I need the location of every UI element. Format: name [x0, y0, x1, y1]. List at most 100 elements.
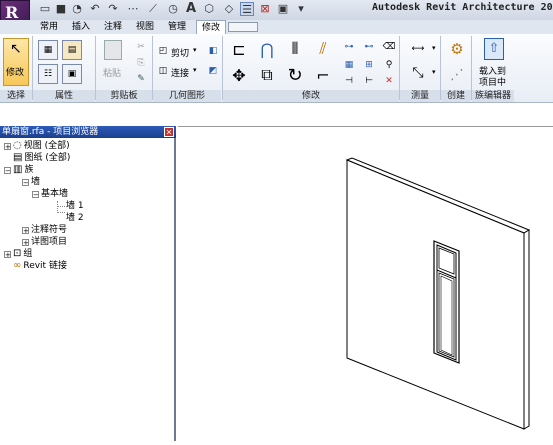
tab-view[interactable]: 视图 — [132, 20, 158, 34]
tree-item-views[interactable]: + ◌ 视图 (全部) — [2, 140, 174, 152]
sheets-icon: ▤ — [13, 152, 23, 163]
cursor-arrow-icon: ↖ — [10, 41, 22, 57]
split-gap-icon[interactable]: ⊷ — [360, 38, 378, 56]
paste-label: 粘贴 — [103, 69, 122, 79]
paint-icon[interactable]: ◩ — [204, 62, 222, 80]
modify-tool-label: 修改 — [6, 68, 25, 78]
tree-item-families[interactable]: − ▥ 族 — [2, 164, 174, 176]
tree-item-walls[interactable]: − 墙 — [2, 176, 174, 188]
text-icon[interactable]: A — [184, 2, 198, 16]
dimension-icon[interactable]: ⟋ — [146, 2, 160, 16]
browser-tree: + ◌ 视图 (全部) ▤ 图纸 (全部) − ▥ 族 − 墙 − 基本墙 墙 … — [2, 140, 174, 272]
create-similar-icon[interactable]: ⋰ — [446, 64, 468, 86]
measure-dropdown-icon[interactable]: ▾ — [432, 44, 436, 52]
3d-view-icon[interactable]: ⬡ — [202, 2, 216, 16]
mirror-draw-icon[interactable]: ⫽ — [312, 38, 334, 60]
dimension-dropdown-icon[interactable]: ▾ — [432, 68, 436, 76]
tab-insert[interactable]: 插入 — [68, 20, 94, 34]
tab-manage[interactable]: 管理 — [164, 20, 190, 34]
offset-icon[interactable]: ⋂ — [256, 38, 278, 60]
copy-element-icon[interactable]: ⧉ — [256, 64, 278, 86]
tree-item-sheets[interactable]: ▤ 图纸 (全部) — [2, 152, 174, 164]
unpin-icon[interactable]: ⌫ — [380, 38, 398, 56]
sync-icon[interactable]: ◔ — [70, 2, 84, 16]
window-frame — [433, 240, 460, 364]
measure-icon[interactable]: ⋯ — [126, 2, 140, 16]
measure-between-icon[interactable]: ⟷ — [404, 40, 432, 58]
panel-toggle-button[interactable] — [228, 22, 258, 32]
paste-button[interactable]: 粘贴 — [100, 38, 128, 86]
panel-select-label: 选择 — [0, 90, 32, 102]
modify-tool-button[interactable]: ↖ 修改 — [3, 38, 29, 86]
delete-icon[interactable]: ✕ — [380, 72, 398, 90]
trim-multiple-icon[interactable]: ⊣ — [340, 72, 358, 90]
tab-home[interactable]: 常用 — [36, 20, 62, 34]
type-properties-icon[interactable]: ▣ — [62, 64, 82, 84]
trim-extend-icon[interactable]: ⌐ — [312, 64, 334, 86]
tree-item-revit-links[interactable]: ∞ Revit 链接 — [2, 260, 174, 272]
load-into-project-icon: ⇧ — [484, 38, 504, 60]
tag-icon[interactable]: ◷ — [166, 2, 180, 16]
tree-item-wall-1[interactable]: 墙 1 — [2, 200, 174, 212]
match-properties-icon[interactable]: ✎ — [132, 70, 150, 88]
project-browser-title: 单扇窗.rfa - 项目浏览器 — [0, 126, 176, 138]
collapse-icon[interactable]: − — [22, 178, 29, 186]
tree-item-basic-wall[interactable]: − 基本墙 — [2, 188, 174, 200]
family-category-icon[interactable]: ▤ — [62, 40, 82, 60]
redo-icon[interactable]: ↷ — [106, 2, 120, 16]
cut-dropdown-icon[interactable]: ▾ — [193, 46, 197, 54]
move-icon[interactable]: ✥ — [228, 64, 250, 86]
cut-geometry-icon: ◰ — [158, 46, 168, 56]
drawing-viewport[interactable] — [178, 126, 553, 442]
tab-modify[interactable]: 修改 — [196, 20, 226, 34]
paste-icon — [104, 40, 122, 60]
tree-item-annotation-symbols[interactable]: + 注释符号 — [2, 224, 174, 236]
switch-windows-icon[interactable]: ▣ — [276, 2, 290, 16]
cut-geometry-label[interactable]: 剪切 — [171, 46, 189, 59]
collapse-icon[interactable]: − — [32, 190, 39, 198]
wall-side-face — [523, 229, 530, 430]
join-geometry-label[interactable]: 连接 — [171, 66, 189, 79]
tree-item-wall-2[interactable]: 墙 2 — [2, 212, 174, 224]
load-into-project-button[interactable]: ⇧ 载入到 项目中 — [476, 36, 512, 88]
expand-icon[interactable]: + — [22, 238, 29, 246]
close-windows-icon[interactable]: ⊠ — [258, 2, 272, 16]
split-element-icon[interactable]: ⊶ — [340, 38, 358, 56]
link-icon: ∞ — [13, 260, 22, 271]
collapse-icon[interactable]: − — [4, 166, 11, 174]
create-group-icon[interactable]: ⚙ — [446, 38, 468, 60]
family-types-icon[interactable]: ▦ — [38, 40, 58, 60]
split-face-icon[interactable]: ◧ — [204, 42, 222, 60]
panel-geometry-label: 几何图形 — [153, 90, 221, 102]
aligned-dimension-icon[interactable]: ⤡ — [404, 64, 432, 82]
section-icon[interactable]: ◇ — [222, 2, 236, 16]
tab-annotate[interactable]: 注释 — [100, 20, 126, 34]
rotate-icon[interactable]: ↻ — [284, 64, 306, 86]
trim-single-icon[interactable]: ⊢ — [360, 72, 378, 90]
join-geometry-icon: ◫ — [158, 66, 168, 76]
panel-measure-label: 测量 — [400, 90, 440, 102]
load-into-project-label-2: 项目中 — [479, 78, 507, 88]
families-icon: ▥ — [13, 164, 23, 175]
wall-3d-model — [345, 157, 531, 430]
project-browser-close-icon[interactable]: ✕ — [164, 127, 174, 137]
join-dropdown-icon[interactable]: ▾ — [193, 66, 197, 74]
thin-lines-icon[interactable]: ☰ — [240, 2, 254, 16]
groups-icon: ⊡ — [13, 248, 22, 259]
panel-create-label: 创建 — [441, 90, 471, 102]
tree-item-groups[interactable]: + ⊡ 组 — [2, 248, 174, 260]
properties-icon[interactable]: ☷ — [38, 64, 58, 84]
undo-icon[interactable]: ↶ — [88, 2, 102, 16]
expand-icon[interactable]: + — [4, 250, 11, 258]
align-icon[interactable]: ⊏ — [228, 38, 250, 60]
options-bar — [0, 103, 553, 126]
panel-family-editor-label: 族编辑器 — [472, 90, 514, 102]
window-title: Autodesk Revit Architecture 201 — [372, 2, 553, 13]
expand-icon[interactable]: + — [4, 142, 11, 150]
mirror-axis-icon[interactable]: ⫴ — [284, 38, 306, 60]
dropdown-icon[interactable]: ▾ — [294, 2, 308, 16]
open-icon[interactable]: ▭ — [38, 2, 52, 16]
tree-item-detail-items[interactable]: + 详图项目 — [2, 236, 174, 248]
save-icon[interactable]: ■ — [54, 2, 68, 16]
expand-icon[interactable]: + — [22, 226, 29, 234]
